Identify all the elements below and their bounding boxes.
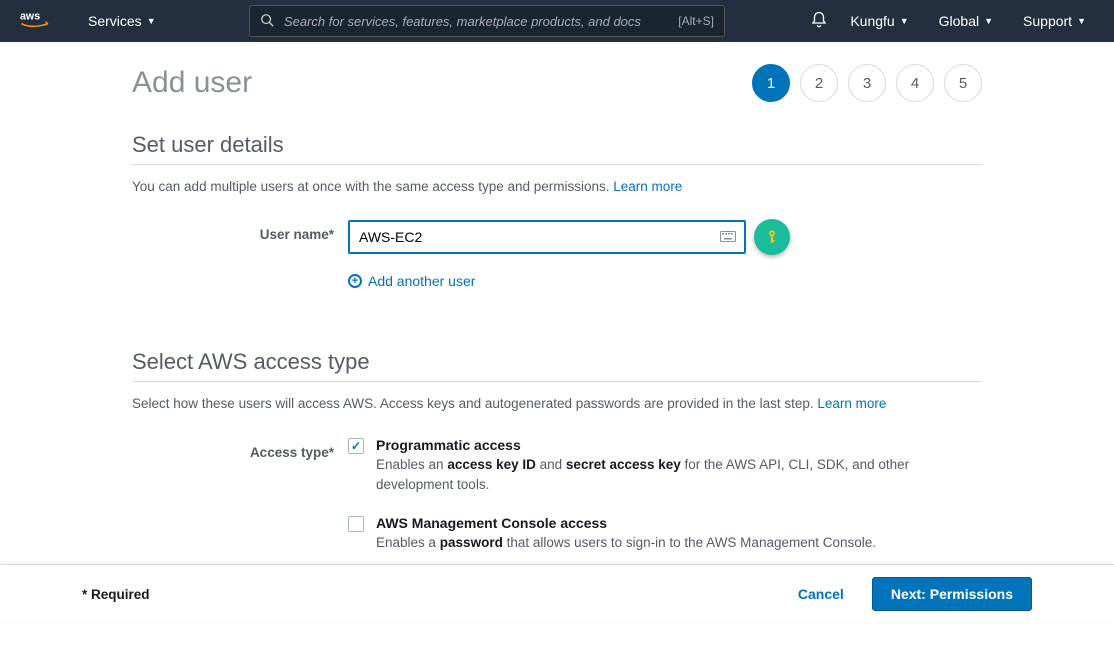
search-input[interactable] (250, 6, 724, 36)
learn-more-link[interactable]: Learn more (613, 179, 682, 194)
set-user-details-heading: Set user details (132, 132, 982, 158)
step-5[interactable]: 5 (944, 64, 982, 102)
wizard-steps: 1 2 3 4 5 (752, 64, 982, 102)
programmatic-access-desc: Enables an access key ID and secret acce… (376, 455, 982, 496)
next-permissions-button[interactable]: Next: Permissions (872, 577, 1032, 611)
search-shortcut-hint: [Alt+S] (678, 14, 714, 28)
global-search[interactable]: [Alt+S] (249, 5, 725, 37)
learn-more-link[interactable]: Learn more (817, 396, 886, 411)
top-nav: aws Services ▼ [Alt+S] Kungfu ▼ Global ▼… (0, 0, 1114, 42)
account-menu[interactable]: Kungfu ▼ (842, 13, 916, 29)
cancel-button[interactable]: Cancel (782, 578, 860, 610)
svg-text:aws: aws (20, 11, 40, 23)
access-type-label: Access type* (132, 437, 348, 460)
programmatic-access-checkbox[interactable] (348, 438, 364, 454)
programmatic-access-title: Programmatic access (376, 437, 982, 453)
add-another-user-label: Add another user (368, 273, 475, 289)
set-user-details-desc: You can add multiple users at once with … (132, 177, 982, 197)
region-label: Global (939, 13, 979, 29)
support-label: Support (1023, 13, 1072, 29)
console-access-title: AWS Management Console access (376, 515, 982, 531)
required-note: * Required (82, 587, 150, 602)
username-label: User name* (132, 219, 348, 242)
wizard-footer: * Required Cancel Next: Permissions (0, 564, 1114, 623)
support-menu[interactable]: Support ▼ (1015, 13, 1094, 29)
caret-down-icon: ▼ (900, 16, 909, 26)
step-1[interactable]: 1 (752, 64, 790, 102)
select-access-type-desc: Select how these users will access AWS. … (132, 394, 982, 414)
services-menu[interactable]: Services ▼ (80, 13, 164, 29)
page-title: Add user (132, 66, 252, 100)
search-icon (260, 13, 274, 30)
step-4[interactable]: 4 (896, 64, 934, 102)
region-menu[interactable]: Global ▼ (931, 13, 1001, 29)
aws-logo[interactable]: aws (20, 9, 60, 33)
select-access-type-heading: Select AWS access type (132, 349, 982, 375)
step-2[interactable]: 2 (800, 64, 838, 102)
divider (132, 381, 982, 382)
account-label: Kungfu (850, 13, 894, 29)
notifications-icon[interactable] (810, 11, 828, 32)
console-access-desc: Enables a password that allows users to … (376, 533, 982, 553)
caret-down-icon: ▼ (1077, 16, 1086, 26)
caret-down-icon: ▼ (984, 16, 993, 26)
console-access-checkbox[interactable] (348, 516, 364, 532)
caret-down-icon: ▼ (147, 16, 156, 26)
services-label: Services (88, 13, 142, 29)
step-3[interactable]: 3 (848, 64, 886, 102)
plus-circle-icon: + (348, 274, 362, 288)
keyboard-icon (720, 230, 736, 245)
username-input[interactable] (348, 220, 746, 254)
add-another-user-button[interactable]: + Add another user (348, 273, 982, 289)
key-icon (754, 219, 790, 255)
divider (132, 164, 982, 165)
